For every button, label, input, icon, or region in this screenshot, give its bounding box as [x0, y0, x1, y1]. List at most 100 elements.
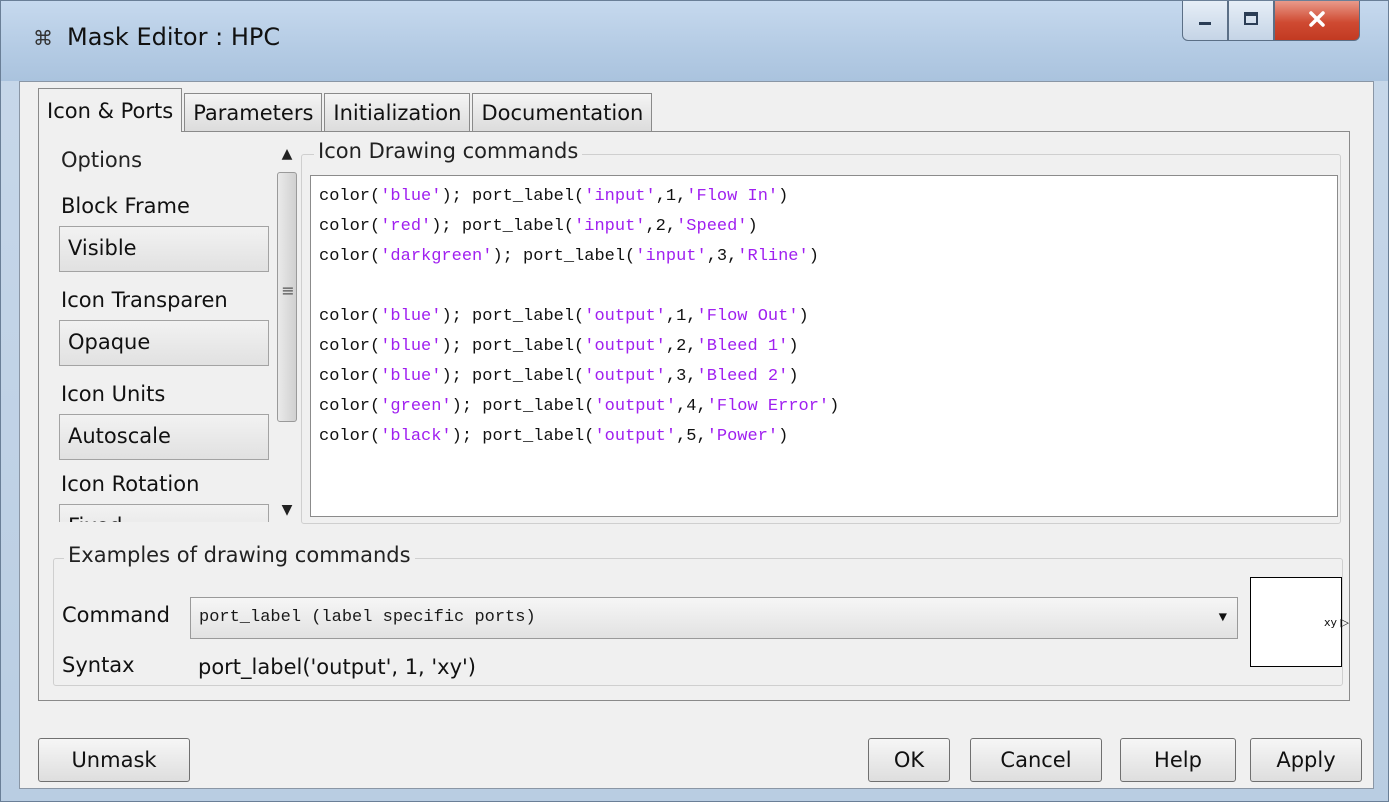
code-text: ): [798, 307, 809, 326]
code-string: 'Flow Out': [696, 307, 799, 326]
icon-preview: xy ▷: [1250, 577, 1349, 667]
code-line: color('green'); port_label('output',4,'F…: [319, 392, 1337, 422]
code-string: 'black': [380, 427, 452, 446]
code-text: color(: [319, 427, 381, 446]
code-text: ,3,: [706, 247, 738, 266]
code-string: 'blue': [380, 187, 442, 206]
code-string: 'red': [380, 217, 432, 236]
scroll-down-arrow-icon[interactable]: ▼: [275, 498, 299, 522]
code-line: color('red'); port_label('input',2,'Spee…: [319, 212, 1337, 242]
code-text: ): [788, 367, 799, 386]
window-title: Mask Editor : HPC: [67, 23, 281, 51]
code-text: ,2,: [665, 337, 697, 356]
options-panel: Options Block Frame Visible Icon Transpa…: [53, 142, 271, 522]
help-button[interactable]: Help: [1120, 738, 1236, 782]
code-text: ): [747, 217, 758, 236]
icon-drawing-commands-group: Icon Drawing commands color('blue'); por…: [301, 139, 1341, 524]
code-text: color(: [319, 187, 381, 206]
tab-parameters[interactable]: Parameters: [184, 93, 323, 131]
code-string: 'Flow In': [686, 187, 779, 206]
code-string: 'output': [584, 337, 666, 356]
ok-button[interactable]: OK: [868, 738, 950, 782]
code-text: color(: [319, 217, 381, 236]
code-text: color(: [319, 337, 381, 356]
minimize-button[interactable]: [1182, 1, 1228, 41]
block-frame-label: Block Frame: [61, 194, 190, 218]
code-string: 'input': [584, 187, 656, 206]
code-string: 'Speed': [676, 217, 748, 236]
scroll-thumb[interactable]: ≡: [277, 172, 297, 422]
title-bar[interactable]: ⌘ Mask Editor : HPC: [1, 1, 1388, 81]
code-text: ): [808, 247, 819, 266]
code-string: 'output': [594, 397, 677, 416]
code-text: ): [778, 187, 789, 206]
command-dropdown[interactable]: port_label (label specific ports) ▼: [190, 597, 1238, 639]
code-text: ); port_label(: [441, 367, 585, 386]
block-frame-dropdown[interactable]: Visible: [59, 226, 269, 272]
code-string: 'Bleed 1': [696, 337, 789, 356]
icon-units-label: Icon Units: [61, 382, 166, 406]
examples-title: Examples of drawing commands: [64, 543, 415, 567]
output-port-icon: ▷: [1340, 616, 1349, 629]
code-text: ,3,: [665, 367, 697, 386]
code-text: ,1,: [655, 187, 687, 206]
code-text: ,1,: [665, 307, 697, 326]
close-button[interactable]: [1274, 1, 1360, 41]
dialog-body: Icon & Ports Parameters Initialization D…: [19, 81, 1374, 789]
chevron-down-icon: ▼: [1218, 610, 1227, 626]
code-text: ,4,: [676, 397, 707, 416]
code-string: 'output': [584, 367, 666, 386]
code-string: 'Bleed 2': [696, 367, 789, 386]
tab-documentation[interactable]: Documentation: [472, 93, 653, 131]
code-line: color('blue'); port_label('output',3,'Bl…: [319, 362, 1337, 392]
syntax-label: Syntax: [62, 653, 135, 677]
code-string: 'darkgreen': [380, 247, 493, 266]
code-text: ); port_label(: [492, 247, 636, 266]
scroll-up-arrow-icon[interactable]: ▲: [275, 142, 299, 166]
code-text: ); port_label(: [441, 187, 585, 206]
code-string: 'input': [635, 247, 707, 266]
cancel-button[interactable]: Cancel: [970, 738, 1102, 782]
code-text: ): [788, 337, 799, 356]
options-heading: Options: [61, 148, 143, 172]
unmask-button[interactable]: Unmask: [38, 738, 190, 782]
code-text: ); port_label(: [451, 397, 595, 416]
code-text: ,5,: [676, 427, 707, 446]
code-text: color(: [319, 397, 381, 416]
icon-transparency-dropdown[interactable]: Opaque: [59, 320, 269, 366]
apply-button[interactable]: Apply: [1250, 738, 1362, 782]
code-text: ): [778, 427, 789, 446]
code-string: 'output': [594, 427, 677, 446]
code-string: 'blue': [380, 337, 442, 356]
code-line: color('darkgreen'); port_label('input',3…: [319, 242, 1337, 272]
preview-port-label: xy: [1323, 616, 1337, 629]
drawing-commands-editor[interactable]: color('blue'); port_label('input',1,'Flo…: [310, 175, 1338, 517]
icon-rotation-dropdown[interactable]: Fixed: [59, 504, 269, 522]
code-string: 'blue': [380, 367, 442, 386]
syntax-value: port_label('output', 1, 'xy'): [198, 655, 476, 679]
command-label: Command: [62, 603, 170, 627]
tab-icon-ports[interactable]: Icon & Ports: [38, 88, 183, 132]
minimize-icon: [1196, 9, 1214, 33]
code-text: color(: [319, 307, 381, 326]
maximize-icon: [1242, 9, 1260, 33]
maximize-button[interactable]: [1228, 1, 1274, 41]
options-scrollbar[interactable]: ▲ ≡ ▼: [275, 142, 299, 522]
mask-editor-window: ⌘ Mask Editor : HPC Icon & Ports Paramet…: [0, 0, 1389, 802]
code-line: color('blue'); port_label('output',1,'Fl…: [319, 302, 1337, 332]
tab-initialization[interactable]: Initialization: [324, 93, 471, 131]
window-controls: [1182, 1, 1360, 45]
code-text: ); port_label(: [441, 307, 585, 326]
icon-units-dropdown[interactable]: Autoscale: [59, 414, 269, 460]
code-text: ); port_label(: [431, 217, 575, 236]
code-text: ,2,: [645, 217, 677, 236]
close-icon: [1307, 7, 1327, 35]
code-text: ); port_label(: [441, 337, 585, 356]
code-string: 'Rline': [737, 247, 809, 266]
examples-group: Examples of drawing commands Command por…: [53, 543, 1349, 686]
icon-ports-panel: Options Block Frame Visible Icon Transpa…: [38, 131, 1350, 701]
code-string: 'input': [574, 217, 646, 236]
code-text: ); port_label(: [451, 427, 595, 446]
mask-editor-app-icon: ⌘: [33, 26, 53, 50]
